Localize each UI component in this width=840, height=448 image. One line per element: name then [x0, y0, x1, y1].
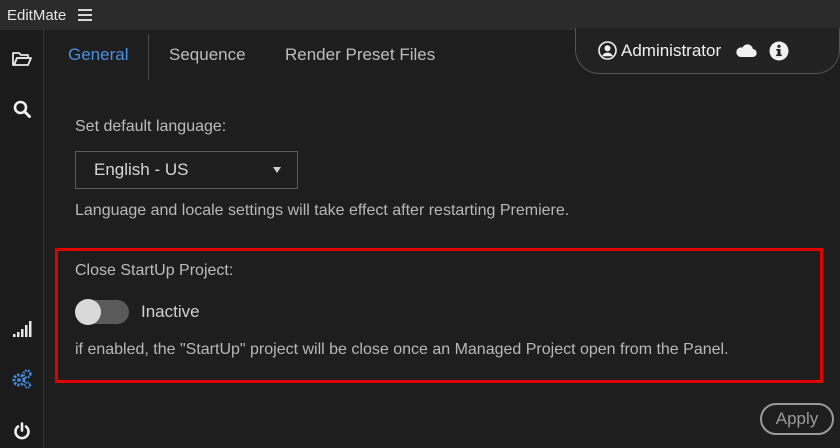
user-circle-icon: [598, 41, 617, 60]
tab-divider: [148, 34, 149, 80]
language-label: Set default language:: [75, 118, 227, 135]
settings-cogs-icon: [12, 369, 32, 389]
cloud-icon[interactable]: [735, 43, 757, 58]
language-help-text: Language and locale settings will take e…: [75, 202, 570, 219]
sidebar-button-open[interactable]: [0, 44, 44, 74]
tab-render-preset-files[interactable]: Render Preset Files: [285, 30, 435, 80]
startup-label: Close StartUp Project:: [75, 262, 234, 279]
startup-toggle[interactable]: [75, 299, 129, 325]
tab-sequence[interactable]: Sequence: [169, 30, 246, 80]
power-icon: [14, 422, 30, 440]
app-name: EditMate: [7, 6, 67, 24]
title-bar: EditMate: [0, 0, 840, 30]
user-name: Administrator: [621, 40, 722, 60]
sidebar: [0, 30, 44, 448]
info-icon[interactable]: [769, 41, 789, 61]
search-icon: [13, 100, 31, 118]
sidebar-button-power[interactable]: [0, 416, 44, 446]
startup-help-text: if enabled, the "StartUp" project will b…: [75, 341, 729, 358]
language-select-value: English - US: [94, 160, 189, 179]
apply-button[interactable]: Apply: [760, 403, 834, 435]
sidebar-button-search[interactable]: [0, 94, 44, 124]
chevron-down-icon: [273, 167, 281, 173]
user-panel: Administrator: [575, 28, 840, 74]
toggle-knob: [75, 299, 101, 325]
hamburger-menu-icon[interactable]: [78, 9, 93, 21]
sidebar-button-status[interactable]: [0, 314, 44, 344]
language-select[interactable]: English - US: [75, 151, 298, 189]
folder-open-icon: [12, 52, 32, 66]
signal-icon: [13, 321, 32, 337]
sidebar-button-settings[interactable]: [0, 364, 44, 394]
tab-general[interactable]: General: [68, 30, 128, 80]
startup-toggle-state: Inactive: [141, 302, 200, 321]
